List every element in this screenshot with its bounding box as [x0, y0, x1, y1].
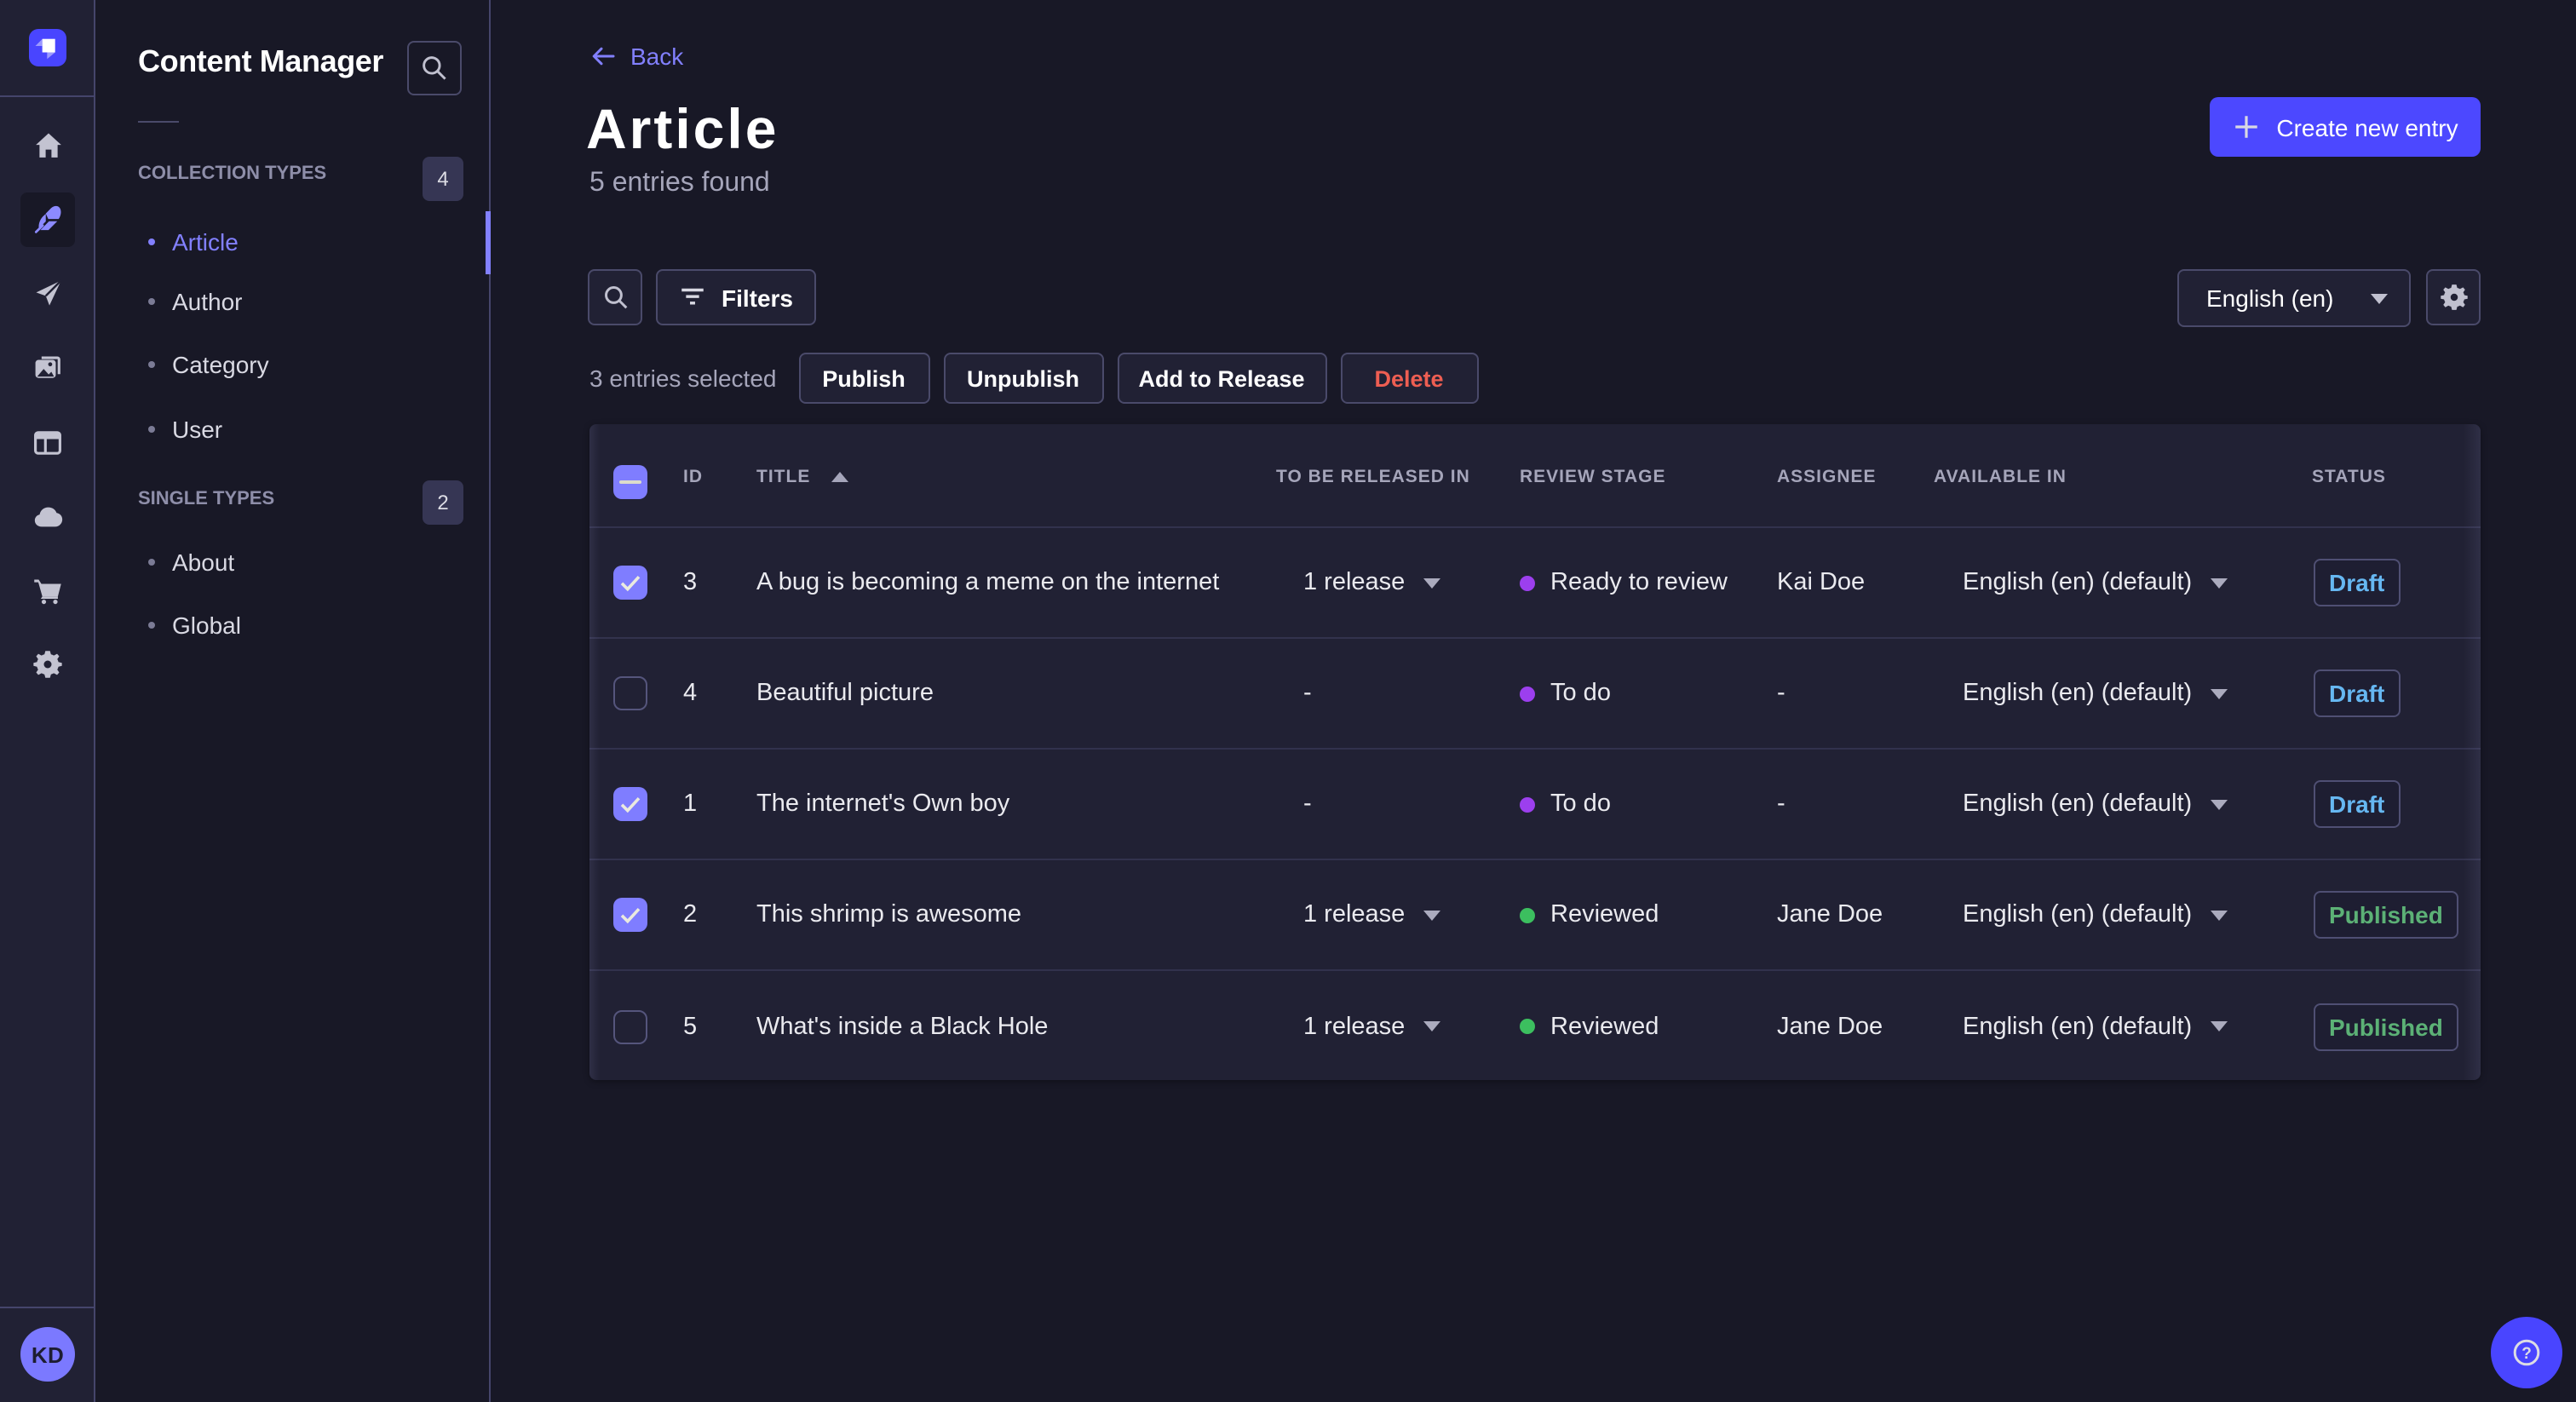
svg-text:?: ? [2521, 1345, 2532, 1363]
